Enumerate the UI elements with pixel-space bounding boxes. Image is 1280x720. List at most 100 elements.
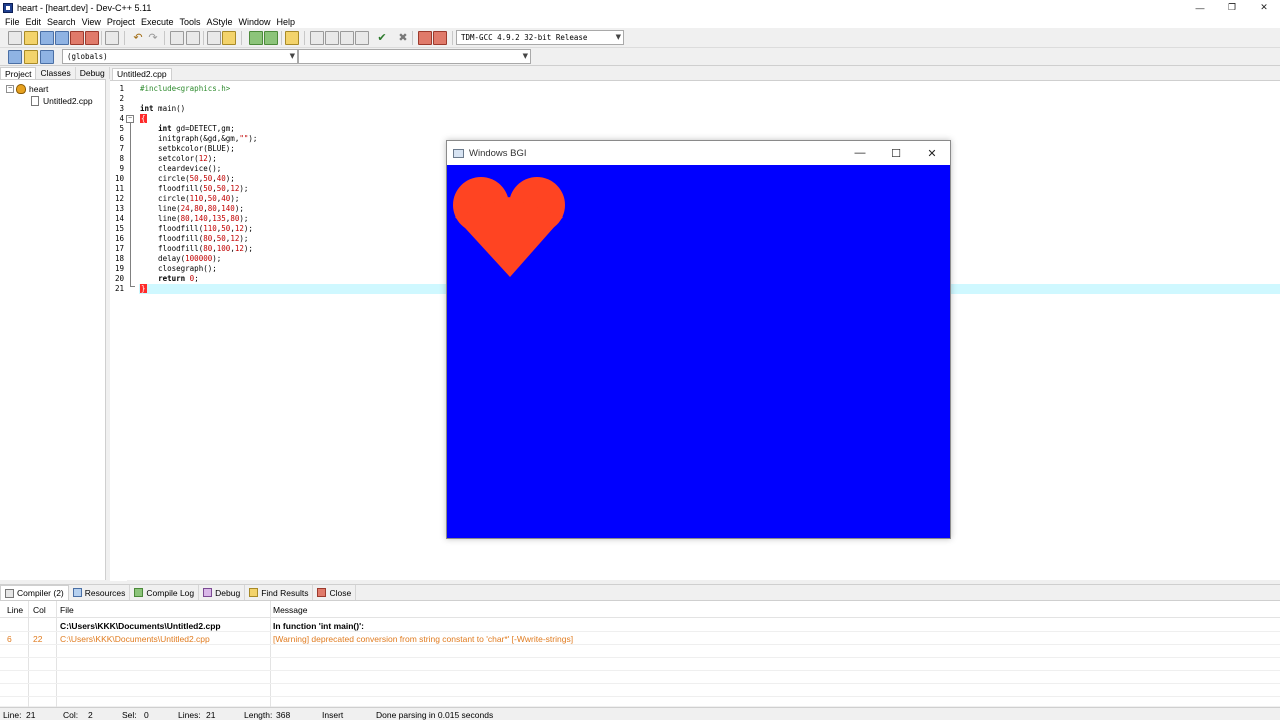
window-title: heart - [heart.dev] - Dev-C++ 5.11 <box>17 2 152 13</box>
menu-astyle[interactable]: AStyle <box>203 17 235 27</box>
debug-icon[interactable] <box>433 31 447 45</box>
restore-icon[interactable]: ❐ <box>1216 0 1248 15</box>
save-all-icon[interactable] <box>55 31 69 45</box>
tab-debug[interactable]: Debug <box>76 67 110 79</box>
menu-bar: File Edit Search View Project Execute To… <box>0 15 1280 28</box>
status-bar: Line: 21 Col: 2 Sel: 0 Lines: 21 Length:… <box>0 707 1280 720</box>
window-icon <box>453 148 464 158</box>
menu-edit[interactable]: Edit <box>23 17 45 27</box>
line-number: 10 <box>114 174 124 183</box>
bgi-window-controls: — ☐ ✕ <box>842 141 950 165</box>
find-icon[interactable] <box>170 31 184 45</box>
menu-window[interactable]: Window <box>236 17 274 27</box>
matched-brace: } <box>140 284 147 293</box>
open-project-icon[interactable] <box>24 31 38 45</box>
undo-icon[interactable]: ↶ <box>131 31 145 45</box>
col-header-col[interactable]: Col <box>33 605 46 615</box>
close-icon[interactable]: ✕ <box>914 141 950 165</box>
message-file: C:\Users\KKK\Documents\Untitled2.cpp <box>60 634 210 644</box>
goto-line-icon[interactable] <box>207 31 221 45</box>
minimize-icon[interactable]: — <box>842 141 878 165</box>
code-line: } <box>140 284 147 294</box>
add-to-project-icon[interactable] <box>249 31 263 45</box>
menu-search[interactable]: Search <box>44 17 79 27</box>
rebuild-icon[interactable] <box>355 31 369 45</box>
devcpp-app-icon <box>3 2 13 13</box>
code-line: closegraph(); <box>140 264 217 273</box>
tab-close[interactable]: Close <box>313 585 357 600</box>
save-icon[interactable] <box>40 31 54 45</box>
project-options-icon[interactable] <box>285 31 299 45</box>
fold-icon[interactable]: − <box>126 115 134 123</box>
menu-help[interactable]: Help <box>274 17 299 27</box>
tab-compiler[interactable]: Compiler (2) <box>0 585 69 600</box>
close-all-icon[interactable] <box>85 31 99 45</box>
menu-view[interactable]: View <box>79 17 104 27</box>
line-number: 18 <box>114 254 124 263</box>
bgi-title-bar[interactable]: Windows BGI — ☐ ✕ <box>447 141 950 165</box>
col-header-file[interactable]: File <box>60 605 74 615</box>
line-number: 6 <box>119 134 124 143</box>
scope-select[interactable]: (globals) ▼ <box>62 49 298 64</box>
function-select[interactable]: ▼ <box>298 49 531 64</box>
maximize-icon[interactable]: ☐ <box>878 141 914 165</box>
status-sel-label: Sel: <box>122 710 137 720</box>
run-icon[interactable] <box>325 31 339 45</box>
file-name: Untitled2.cpp <box>43 96 93 106</box>
replace-icon[interactable] <box>186 31 200 45</box>
line-number: 15 <box>114 224 124 233</box>
matched-brace: { <box>140 114 147 123</box>
compiler-select[interactable]: TDM-GCC 4.9.2 32-bit Release ▼ <box>456 30 624 45</box>
tree-item-project[interactable]: − heart <box>6 84 48 94</box>
bgi-window: Windows BGI — ☐ ✕ <box>446 140 951 539</box>
collapse-icon[interactable]: − <box>6 85 14 93</box>
status-sel-value: 0 <box>144 710 149 720</box>
code-line: floodfill(110,50,12); <box>140 224 253 233</box>
redo-icon[interactable]: ↷ <box>146 31 160 45</box>
code-line: cleardevice(); <box>140 164 222 173</box>
tab-compile-log[interactable]: Compile Log <box>130 585 200 600</box>
tab-find-results[interactable]: Find Results <box>245 585 314 600</box>
profile-icon[interactable] <box>418 31 432 45</box>
menu-project[interactable]: Project <box>104 17 138 27</box>
project-name: heart <box>29 84 49 94</box>
tab-classes[interactable]: Classes <box>36 67 76 79</box>
message-text: [Warning] deprecated conversion from str… <box>273 634 574 644</box>
main-toolbar: ↶ ↷ ✔ ✖ TDM-GCC 4.9.2 32-bit Release ▼ <box>0 28 1280 48</box>
code-line: return 0; <box>158 274 199 283</box>
code-line: { <box>140 114 147 124</box>
tab-project[interactable]: Project <box>0 67 37 79</box>
line-number: 17 <box>114 244 124 253</box>
print-icon[interactable] <box>105 31 119 45</box>
tab-debug-output[interactable]: Debug <box>199 585 246 600</box>
tab-untitled2[interactable]: Untitled2.cpp <box>112 68 172 80</box>
col-header-message[interactable]: Message <box>273 605 308 615</box>
close-icon[interactable]: ✕ <box>1248 0 1280 15</box>
close-file-icon[interactable] <box>70 31 84 45</box>
syntax-check-icon[interactable]: ✔ <box>375 31 389 45</box>
menu-file[interactable]: File <box>2 17 23 27</box>
stop-execution-icon[interactable]: ✖ <box>396 31 410 45</box>
menu-tools[interactable]: Tools <box>176 17 203 27</box>
col-header-line[interactable]: Line <box>7 605 23 615</box>
minimize-icon[interactable]: — <box>1184 0 1216 15</box>
menu-execute[interactable]: Execute <box>138 17 177 27</box>
tree-item-file[interactable]: Untitled2.cpp <box>31 96 93 106</box>
toggle-bookmark-icon[interactable] <box>222 31 236 45</box>
insert-icon[interactable] <box>8 50 22 64</box>
line-number-gutter: 1 2 3 4 5 6 7 8 9 10 11 12 13 14 15 16 17 18 19 20 21 <box>110 81 127 581</box>
window-controls: — ❐ ✕ <box>1184 0 1280 15</box>
code-line: initgraph(&gd,&gm,""); <box>140 134 258 143</box>
goto-icon[interactable] <box>40 50 54 64</box>
tab-resources[interactable]: Resources <box>69 585 131 600</box>
status-length-value: 368 <box>276 710 291 720</box>
remove-from-project-icon[interactable] <box>264 31 278 45</box>
code-line: floodfill(80,50,12); <box>140 234 249 243</box>
compile-run-icon[interactable] <box>340 31 354 45</box>
toggle-icon[interactable] <box>24 50 38 64</box>
compile-icon[interactable] <box>310 31 324 45</box>
line-number: 1 <box>119 84 124 93</box>
editor-tabs: Untitled2.cpp <box>110 67 1280 80</box>
class-toolbar: (globals) ▼ ▼ <box>0 48 1280 66</box>
new-file-icon[interactable] <box>8 31 22 45</box>
